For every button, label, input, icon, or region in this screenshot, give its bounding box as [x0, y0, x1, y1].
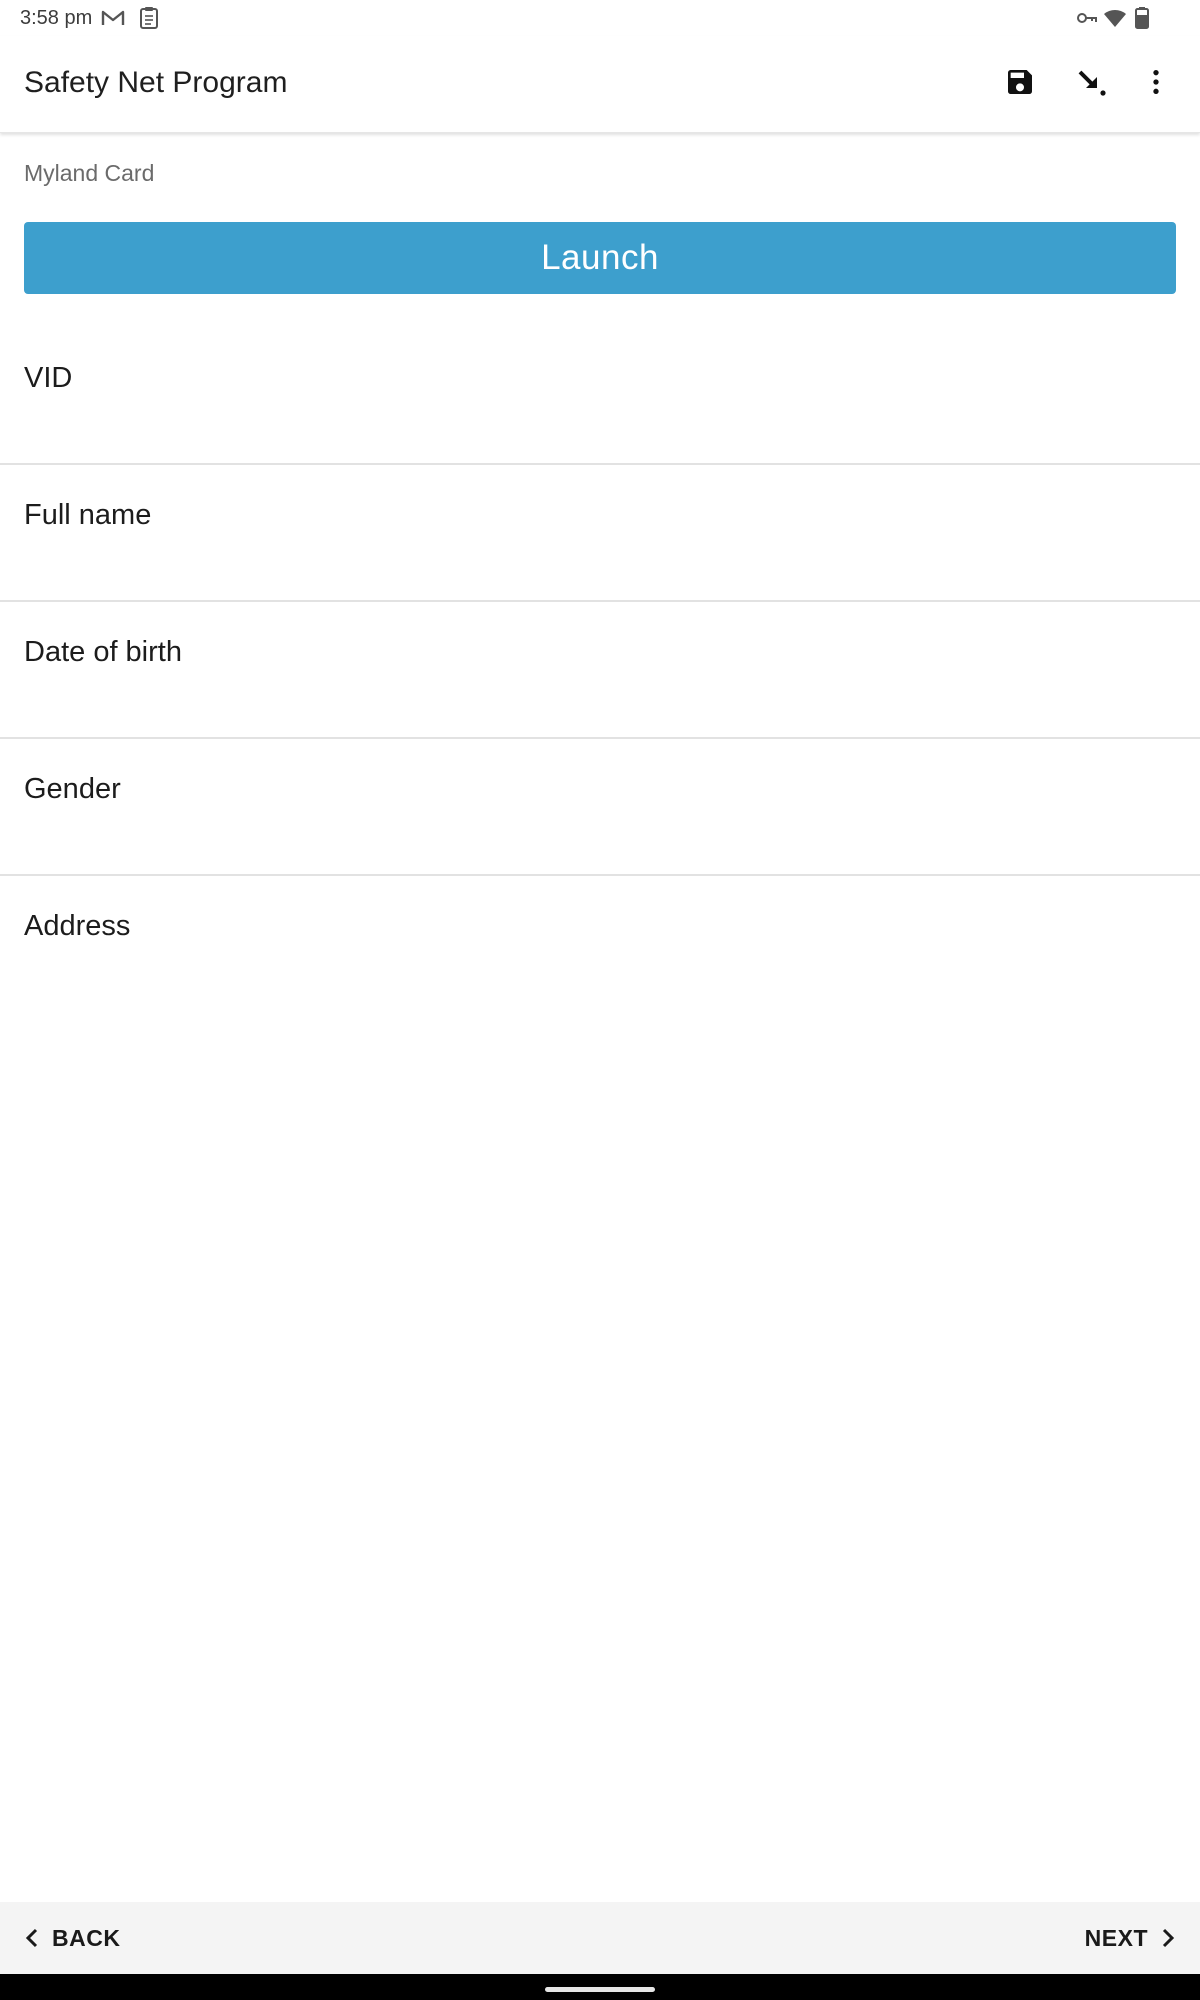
- field-address[interactable]: Address: [0, 876, 1200, 1013]
- field-full-name[interactable]: Full name: [0, 465, 1200, 602]
- myland-card-label: Myland Card: [24, 160, 155, 186]
- next-label: NEXT: [1084, 1924, 1148, 1951]
- battery-icon: [1134, 6, 1150, 35]
- more-options-button[interactable]: [1132, 60, 1180, 108]
- field-label: Full name: [24, 499, 152, 531]
- field-vid[interactable]: VID: [0, 328, 1200, 465]
- clipboard-icon: [138, 6, 160, 35]
- status-bar: 3:58 pm: [0, 0, 1200, 36]
- field-date-of-birth[interactable]: Date of birth: [0, 602, 1200, 739]
- launch-button[interactable]: Launch: [24, 222, 1176, 294]
- bottom-nav: BACK NEXT: [0, 1902, 1200, 1974]
- back-button[interactable]: BACK: [24, 1902, 120, 1974]
- gmail-icon: [100, 6, 126, 35]
- status-time: 3:58 pm: [20, 7, 93, 29]
- field-label: VID: [24, 362, 73, 394]
- home-handle[interactable]: [545, 1987, 655, 1992]
- field-gender[interactable]: Gender: [0, 739, 1200, 876]
- field-label: Date of birth: [24, 636, 182, 668]
- back-label: BACK: [52, 1924, 121, 1951]
- vpn-key-icon: [1076, 8, 1098, 33]
- field-label: Address: [24, 910, 131, 942]
- field-label: Gender: [24, 773, 121, 805]
- jump-button[interactable]: [1068, 60, 1116, 108]
- chevron-right-icon: [1160, 1928, 1176, 1948]
- page-title: Safety Net Program: [24, 66, 288, 99]
- jump-icon: [1076, 66, 1108, 103]
- more-vert-icon: [1140, 66, 1172, 103]
- wifi-icon: [1103, 7, 1127, 34]
- save-button[interactable]: [996, 60, 1044, 108]
- save-icon: [1004, 66, 1036, 103]
- chevron-left-icon: [24, 1928, 40, 1948]
- next-button[interactable]: NEXT: [1085, 1902, 1176, 1974]
- system-nav-bar: [0, 1974, 1200, 2000]
- app-bar: Safety Net Program: [0, 36, 1200, 133]
